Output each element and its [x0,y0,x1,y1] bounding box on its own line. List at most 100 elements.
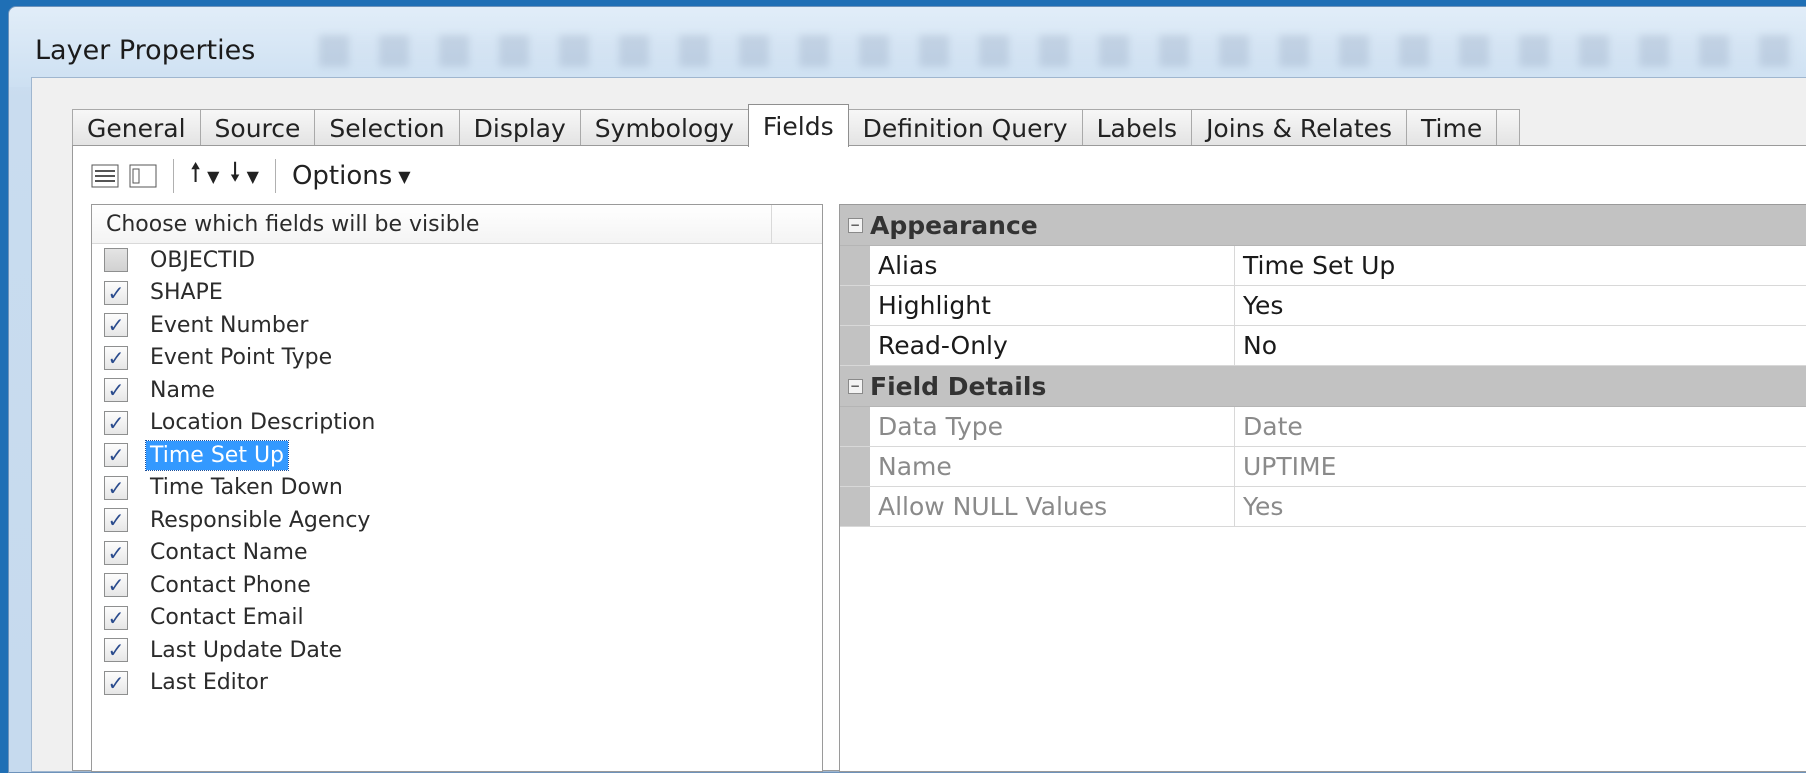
category-appearance[interactable]: − Appearance [840,205,1806,246]
field-checkbox[interactable]: ✓ [104,540,128,565]
header-divider [771,205,772,243]
list-view-icon[interactable] [129,159,157,193]
field-checkbox[interactable]: ✓ [104,345,128,370]
property-value[interactable]: No [1235,326,1806,365]
field-list-item[interactable]: ✓ Event Point Type [92,342,822,375]
property-key: Read-Only [870,326,1235,365]
dialog-window: Layer Properties General Source Selectio… [8,6,1806,773]
checkmark-icon: ✓ [107,345,125,370]
property-value[interactable]: Time Set Up [1235,246,1806,285]
field-list-item[interactable]: ✓ Responsible Agency [92,504,822,537]
checkmark-icon: ✓ [107,508,125,533]
checkmark-icon: ✓ [107,410,125,435]
field-label: Responsible Agency [150,507,371,533]
fields-tab-panel: 🠕 ▼ 🠗 ▼ Options ▼ Choose which fields will … [72,145,1806,772]
tab-display[interactable]: Display [458,109,581,146]
checkmark-icon: ✓ [107,475,125,500]
chevron-down-icon: ▼ [246,166,259,186]
options-label: Options [291,161,393,191]
field-list-item[interactable]: ✓ Contact Name [92,537,822,570]
field-checkbox[interactable] [104,248,128,273]
field-list-item[interactable]: ✓ Name [92,374,822,407]
category-field-details[interactable]: − Field Details [840,366,1806,407]
tab-general[interactable]: General [72,109,201,146]
field-label: Contact Email [150,605,304,631]
row-gutter [840,447,870,486]
field-checkbox[interactable]: ✓ [104,508,128,533]
field-checkbox[interactable]: ✓ [104,475,128,500]
field-list-item[interactable]: ✓ Last Editor [92,667,822,700]
property-row-data-type: Data Type Date [840,407,1806,447]
chevron-down-icon: ▼ [398,166,411,186]
property-row-highlight[interactable]: Highlight Yes [840,286,1806,326]
field-label: Contact Phone [150,572,311,598]
field-label: Event Number [150,312,309,338]
field-checkbox[interactable]: ✓ [104,378,128,403]
category-title: Appearance [870,210,1038,240]
field-list-item[interactable]: ✓ Time Taken Down [92,472,822,505]
tab-fields[interactable]: Fields [747,104,849,147]
fields-toolbar: 🠕 ▼ 🠗 ▼ Options ▼ [91,154,411,198]
tab-time[interactable]: Time [1406,109,1498,146]
field-list-item[interactable]: OBJECTID [92,244,822,277]
checkmark-icon: ✓ [107,313,125,338]
field-list-item[interactable]: ✓ Event Number [92,309,822,342]
chevron-down-icon: ▼ [207,166,220,186]
field-label: Time Set Up [144,439,290,471]
property-key: Highlight [870,286,1235,325]
tab-overflow[interactable] [1496,109,1521,146]
field-label: SHAPE [150,280,223,306]
field-label: Event Point Type [150,345,333,371]
field-checkbox[interactable]: ✓ [104,638,128,663]
dialog-client: General Source Selection Display Symbolo… [31,77,1806,772]
field-checkbox[interactable]: ✓ [104,410,128,435]
arrow-down-icon: 🠗 [229,158,241,188]
field-list-item[interactable]: ✓ Contact Email [92,602,822,635]
property-value: Yes [1243,492,1284,521]
row-gutter [840,286,870,325]
checkmark-icon: ✓ [107,378,125,403]
property-row-name: Name UPTIME [840,447,1806,487]
field-checkbox[interactable]: ✓ [104,605,128,630]
property-key: Data Type [870,407,1235,446]
list-header-label: Choose which fields will be visible [106,211,480,237]
field-label: Time Taken Down [150,475,343,501]
field-checkbox[interactable]: ✓ [104,443,128,468]
tab-source[interactable]: Source [199,109,316,146]
field-label: OBJECTID [150,247,256,273]
title-bar[interactable]: Layer Properties [9,7,1806,87]
checkmark-icon: ✓ [107,638,125,663]
options-button[interactable]: Options ▼ [292,159,411,193]
move-up-button[interactable]: 🠕 ▼ [190,158,220,193]
field-list-item[interactable]: ✓ Location Description [92,407,822,440]
property-value: UPTIME [1243,452,1337,481]
field-visibility-list: Choose which fields will be visible OBJE… [91,204,823,772]
field-list-item[interactable]: ✓ Time Set Up [92,439,822,472]
move-down-button[interactable]: 🠗 ▼ [229,158,259,193]
table-view-icon[interactable] [91,159,119,193]
tab-symbology[interactable]: Symbology [579,109,749,146]
checkmark-icon: ✓ [107,280,125,305]
property-grid: − Appearance Alias Time Set Up Highlight… [839,204,1806,772]
field-checkbox[interactable]: ✓ [104,280,128,305]
tab-definition-query[interactable]: Definition Query [847,109,1083,146]
collapse-icon[interactable]: − [840,378,870,394]
property-value[interactable]: Yes [1235,286,1806,325]
tab-joins-relates[interactable]: Joins & Relates [1191,109,1408,146]
field-checkbox[interactable]: ✓ [104,573,128,598]
field-checkbox[interactable]: ✓ [104,313,128,338]
property-row-read-only[interactable]: Read-Only No [840,326,1806,366]
property-key: Allow NULL Values [870,487,1235,526]
checkmark-icon: ✓ [107,540,125,565]
tab-selection[interactable]: Selection [314,109,460,146]
tab-labels[interactable]: Labels [1081,109,1193,146]
collapse-icon[interactable]: − [840,217,870,233]
field-list-item[interactable]: ✓ Last Update Date [92,634,822,667]
field-checkbox[interactable]: ✓ [104,670,128,695]
property-row-alias[interactable]: Alias Time Set Up [840,246,1806,286]
field-list-item[interactable]: ✓ Contact Phone [92,569,822,602]
field-label: Location Description [150,410,376,436]
field-list-item[interactable]: ✓ SHAPE [92,277,822,310]
property-value: Date [1243,412,1303,441]
row-gutter [840,407,870,446]
